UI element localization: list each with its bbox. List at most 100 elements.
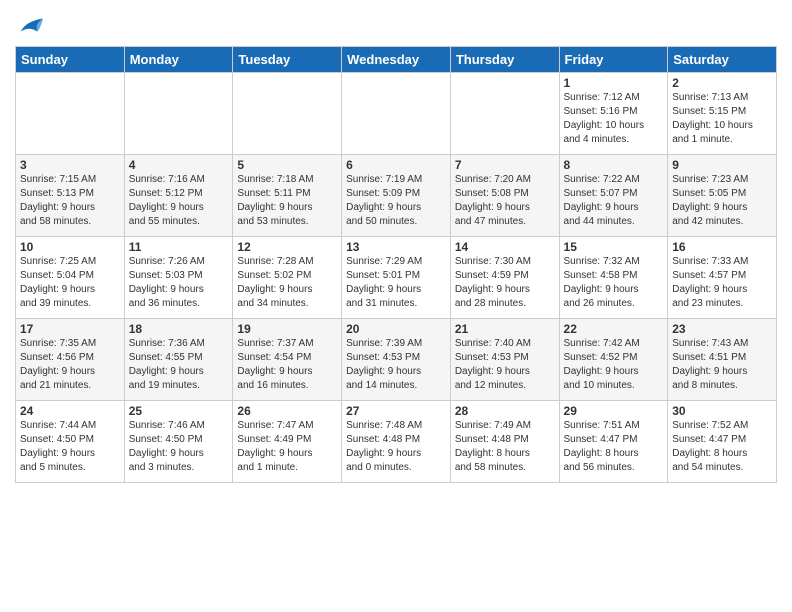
day-cell: 21Sunrise: 7:40 AM Sunset: 4:53 PM Dayli… (450, 319, 559, 401)
day-info: Sunrise: 7:51 AM Sunset: 4:47 PM Dayligh… (564, 419, 664, 475)
day-number: 8 (564, 158, 664, 172)
day-cell: 14Sunrise: 7:30 AM Sunset: 4:59 PM Dayli… (450, 237, 559, 319)
day-number: 27 (346, 404, 446, 418)
day-cell: 9Sunrise: 7:23 AM Sunset: 5:05 PM Daylig… (668, 155, 777, 237)
day-cell: 15Sunrise: 7:32 AM Sunset: 4:58 PM Dayli… (559, 237, 668, 319)
day-info: Sunrise: 7:49 AM Sunset: 4:48 PM Dayligh… (455, 419, 555, 475)
day-cell: 20Sunrise: 7:39 AM Sunset: 4:53 PM Dayli… (342, 319, 451, 401)
day-info: Sunrise: 7:33 AM Sunset: 4:57 PM Dayligh… (672, 255, 772, 311)
day-cell: 2Sunrise: 7:13 AM Sunset: 5:15 PM Daylig… (668, 73, 777, 155)
day-info: Sunrise: 7:23 AM Sunset: 5:05 PM Dayligh… (672, 173, 772, 229)
day-info: Sunrise: 7:42 AM Sunset: 4:52 PM Dayligh… (564, 337, 664, 393)
day-cell (342, 73, 451, 155)
weekday-header-thursday: Thursday (450, 47, 559, 73)
header (15, 10, 777, 38)
day-info: Sunrise: 7:43 AM Sunset: 4:51 PM Dayligh… (672, 337, 772, 393)
day-cell (233, 73, 342, 155)
day-cell (450, 73, 559, 155)
day-number: 25 (129, 404, 229, 418)
day-number: 18 (129, 322, 229, 336)
day-cell: 3Sunrise: 7:15 AM Sunset: 5:13 PM Daylig… (16, 155, 125, 237)
day-info: Sunrise: 7:16 AM Sunset: 5:12 PM Dayligh… (129, 173, 229, 229)
day-info: Sunrise: 7:29 AM Sunset: 5:01 PM Dayligh… (346, 255, 446, 311)
day-number: 29 (564, 404, 664, 418)
calendar-table: SundayMondayTuesdayWednesdayThursdayFrid… (15, 46, 777, 483)
day-number: 28 (455, 404, 555, 418)
day-info: Sunrise: 7:44 AM Sunset: 4:50 PM Dayligh… (20, 419, 120, 475)
day-number: 1 (564, 76, 664, 90)
day-number: 24 (20, 404, 120, 418)
day-info: Sunrise: 7:26 AM Sunset: 5:03 PM Dayligh… (129, 255, 229, 311)
day-cell: 22Sunrise: 7:42 AM Sunset: 4:52 PM Dayli… (559, 319, 668, 401)
day-cell: 29Sunrise: 7:51 AM Sunset: 4:47 PM Dayli… (559, 401, 668, 483)
day-number: 2 (672, 76, 772, 90)
weekday-header-tuesday: Tuesday (233, 47, 342, 73)
week-row-4: 17Sunrise: 7:35 AM Sunset: 4:56 PM Dayli… (16, 319, 777, 401)
day-cell: 27Sunrise: 7:48 AM Sunset: 4:48 PM Dayli… (342, 401, 451, 483)
logo-bird-icon (17, 14, 45, 38)
logo (15, 14, 45, 38)
day-cell (124, 73, 233, 155)
page-container: SundayMondayTuesdayWednesdayThursdayFrid… (0, 0, 792, 493)
week-row-5: 24Sunrise: 7:44 AM Sunset: 4:50 PM Dayli… (16, 401, 777, 483)
day-number: 22 (564, 322, 664, 336)
weekday-header-row: SundayMondayTuesdayWednesdayThursdayFrid… (16, 47, 777, 73)
day-info: Sunrise: 7:13 AM Sunset: 5:15 PM Dayligh… (672, 91, 772, 147)
day-cell: 5Sunrise: 7:18 AM Sunset: 5:11 PM Daylig… (233, 155, 342, 237)
day-cell: 6Sunrise: 7:19 AM Sunset: 5:09 PM Daylig… (342, 155, 451, 237)
day-cell: 26Sunrise: 7:47 AM Sunset: 4:49 PM Dayli… (233, 401, 342, 483)
day-number: 23 (672, 322, 772, 336)
weekday-header-friday: Friday (559, 47, 668, 73)
day-number: 16 (672, 240, 772, 254)
day-info: Sunrise: 7:32 AM Sunset: 4:58 PM Dayligh… (564, 255, 664, 311)
day-cell: 23Sunrise: 7:43 AM Sunset: 4:51 PM Dayli… (668, 319, 777, 401)
day-number: 6 (346, 158, 446, 172)
weekday-header-saturday: Saturday (668, 47, 777, 73)
day-cell: 18Sunrise: 7:36 AM Sunset: 4:55 PM Dayli… (124, 319, 233, 401)
day-number: 14 (455, 240, 555, 254)
day-number: 4 (129, 158, 229, 172)
weekday-header-sunday: Sunday (16, 47, 125, 73)
day-info: Sunrise: 7:39 AM Sunset: 4:53 PM Dayligh… (346, 337, 446, 393)
day-info: Sunrise: 7:52 AM Sunset: 4:47 PM Dayligh… (672, 419, 772, 475)
day-number: 11 (129, 240, 229, 254)
day-info: Sunrise: 7:46 AM Sunset: 4:50 PM Dayligh… (129, 419, 229, 475)
day-cell: 13Sunrise: 7:29 AM Sunset: 5:01 PM Dayli… (342, 237, 451, 319)
weekday-header-wednesday: Wednesday (342, 47, 451, 73)
day-number: 10 (20, 240, 120, 254)
day-info: Sunrise: 7:25 AM Sunset: 5:04 PM Dayligh… (20, 255, 120, 311)
day-info: Sunrise: 7:35 AM Sunset: 4:56 PM Dayligh… (20, 337, 120, 393)
day-info: Sunrise: 7:28 AM Sunset: 5:02 PM Dayligh… (237, 255, 337, 311)
day-number: 9 (672, 158, 772, 172)
day-info: Sunrise: 7:40 AM Sunset: 4:53 PM Dayligh… (455, 337, 555, 393)
day-number: 17 (20, 322, 120, 336)
day-cell: 24Sunrise: 7:44 AM Sunset: 4:50 PM Dayli… (16, 401, 125, 483)
day-number: 15 (564, 240, 664, 254)
day-cell: 28Sunrise: 7:49 AM Sunset: 4:48 PM Dayli… (450, 401, 559, 483)
day-cell: 7Sunrise: 7:20 AM Sunset: 5:08 PM Daylig… (450, 155, 559, 237)
day-info: Sunrise: 7:47 AM Sunset: 4:49 PM Dayligh… (237, 419, 337, 475)
day-cell: 16Sunrise: 7:33 AM Sunset: 4:57 PM Dayli… (668, 237, 777, 319)
day-cell: 4Sunrise: 7:16 AM Sunset: 5:12 PM Daylig… (124, 155, 233, 237)
week-row-2: 3Sunrise: 7:15 AM Sunset: 5:13 PM Daylig… (16, 155, 777, 237)
day-info: Sunrise: 7:37 AM Sunset: 4:54 PM Dayligh… (237, 337, 337, 393)
day-cell (16, 73, 125, 155)
day-number: 5 (237, 158, 337, 172)
day-number: 19 (237, 322, 337, 336)
day-info: Sunrise: 7:19 AM Sunset: 5:09 PM Dayligh… (346, 173, 446, 229)
day-number: 3 (20, 158, 120, 172)
day-info: Sunrise: 7:22 AM Sunset: 5:07 PM Dayligh… (564, 173, 664, 229)
day-cell: 8Sunrise: 7:22 AM Sunset: 5:07 PM Daylig… (559, 155, 668, 237)
day-number: 12 (237, 240, 337, 254)
weekday-header-monday: Monday (124, 47, 233, 73)
day-cell: 11Sunrise: 7:26 AM Sunset: 5:03 PM Dayli… (124, 237, 233, 319)
day-number: 20 (346, 322, 446, 336)
day-number: 21 (455, 322, 555, 336)
day-number: 26 (237, 404, 337, 418)
day-number: 30 (672, 404, 772, 418)
day-cell: 25Sunrise: 7:46 AM Sunset: 4:50 PM Dayli… (124, 401, 233, 483)
day-info: Sunrise: 7:48 AM Sunset: 4:48 PM Dayligh… (346, 419, 446, 475)
day-info: Sunrise: 7:30 AM Sunset: 4:59 PM Dayligh… (455, 255, 555, 311)
day-cell: 1Sunrise: 7:12 AM Sunset: 5:16 PM Daylig… (559, 73, 668, 155)
week-row-1: 1Sunrise: 7:12 AM Sunset: 5:16 PM Daylig… (16, 73, 777, 155)
